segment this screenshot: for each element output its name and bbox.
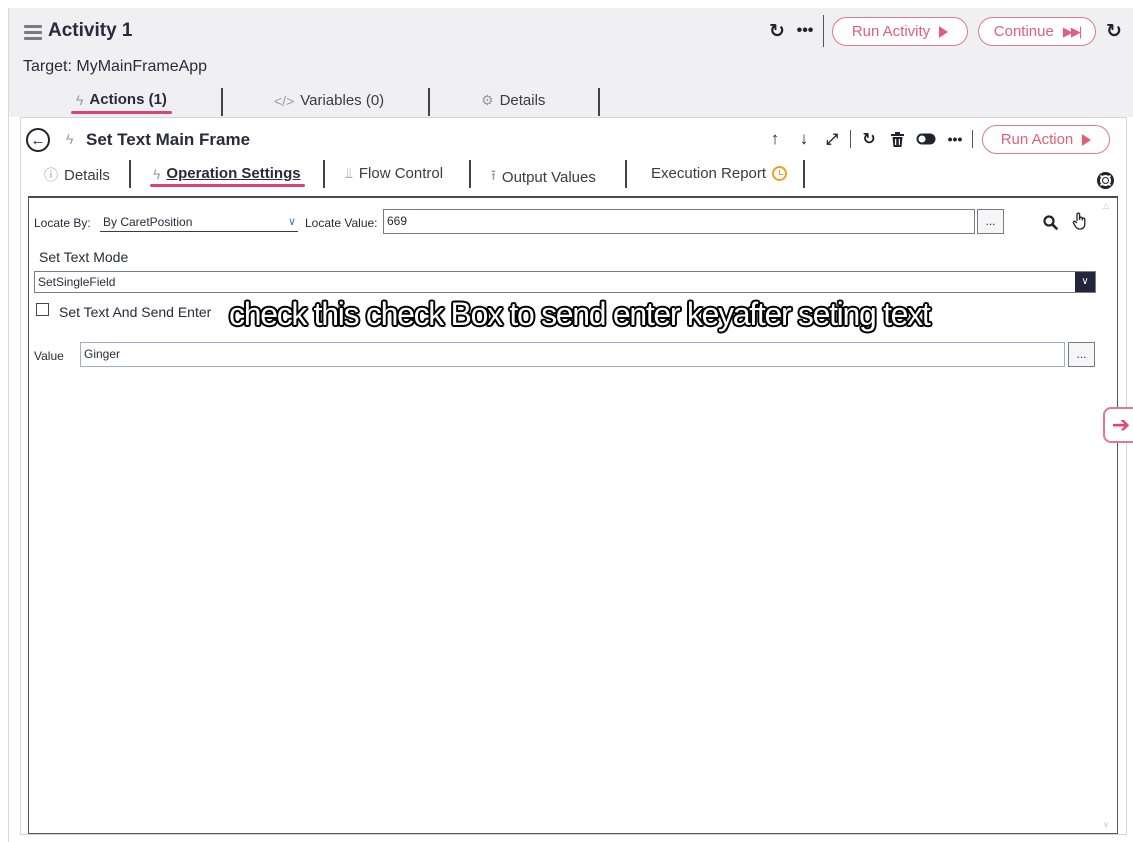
tab-variables[interactable]: </> Variables (0) — [274, 92, 384, 109]
play-icon — [939, 25, 949, 38]
move-down-icon[interactable]: ↓ — [795, 129, 813, 148]
info-icon: ⓘ — [44, 167, 58, 183]
expand-icon[interactable]: ⤢ — [823, 130, 841, 148]
action-name: Set Text Main Frame — [86, 130, 251, 149]
fast-forward-icon: ▶▶| — [1062, 23, 1082, 39]
locate-by-value: By CaretPosition — [103, 215, 193, 229]
run-activity-button[interactable]: Run Activity — [832, 17, 968, 46]
help-lifebuoy-icon[interactable] — [1096, 171, 1114, 189]
locate-by-label: Locate By: — [34, 216, 91, 230]
set-text-and-send-enter-checkbox[interactable] — [36, 303, 49, 316]
run-activity-label: Run Activity — [851, 23, 931, 40]
expand-side-panel-arrow-icon[interactable]: ➔ — [1103, 407, 1133, 443]
tab-details[interactable]: ⚙ Details — [481, 92, 545, 109]
run-action-button[interactable]: Run Action — [982, 125, 1110, 154]
active-tab-underline — [150, 184, 305, 187]
trash-icon[interactable] — [888, 130, 906, 148]
undo-icon[interactable]: ↻ — [766, 20, 788, 42]
back-arrow-icon[interactable]: ← — [26, 128, 50, 152]
tab-divider — [221, 88, 223, 116]
scroll-down-icon[interactable]: ∨ — [1103, 820, 1109, 829]
upload-icon: ⭱ — [491, 167, 496, 183]
tutorial-caption-overlay: check this check Box to send enter keyaf… — [229, 296, 931, 332]
tab-action-details[interactable]: ⓘ Details — [44, 165, 110, 185]
run-action-label: Run Action — [1000, 131, 1074, 148]
tab-actions[interactable]: ϟ Actions (1) — [76, 91, 167, 108]
tab-flow-control-label: Flow Control — [358, 165, 444, 182]
tab-actions-label: Actions (1) — [89, 91, 167, 108]
tab-divider — [323, 160, 325, 188]
chevron-down-icon: ∨ — [1075, 272, 1095, 292]
locate-by-select[interactable]: By CaretPosition ∨ — [100, 212, 298, 232]
gear-icon: ⚙ — [481, 92, 494, 108]
toolbar-divider — [850, 130, 851, 148]
tab-details-label: Details — [499, 92, 546, 109]
set-text-mode-value: SetSingleField — [38, 275, 116, 289]
lightning-icon: ϟ — [153, 165, 161, 182]
tab-divider — [625, 160, 627, 188]
locate-value-label: Locate Value: — [305, 216, 378, 230]
target-app-label: Target: MyMainFrameApp — [23, 58, 208, 75]
more-options-icon[interactable]: ••• — [945, 130, 965, 148]
tab-divider — [803, 160, 805, 188]
set-text-mode-select[interactable]: SetSingleField ∨ — [34, 271, 1096, 293]
locate-value-input[interactable]: 669 — [383, 209, 975, 234]
value-browse-button[interactable]: ... — [1068, 342, 1095, 367]
tab-execution-report[interactable]: Execution Report — [651, 165, 788, 182]
code-icon: </> — [274, 92, 295, 109]
active-tab-underline — [71, 111, 172, 114]
tab-operation-settings-label: Operation Settings — [166, 165, 301, 182]
tab-divider — [428, 88, 430, 116]
tab-divider — [469, 160, 471, 188]
tab-divider — [129, 160, 131, 188]
set-text-mode-label: Set Text Mode — [39, 249, 129, 265]
locate-value-browse-button[interactable]: ... — [977, 209, 1004, 234]
play-icon — [1082, 133, 1092, 146]
value-input[interactable]: Ginger — [80, 342, 1065, 367]
search-icon[interactable] — [1041, 213, 1059, 231]
header-divider — [823, 15, 824, 47]
move-up-icon[interactable]: ↑ — [766, 129, 784, 148]
tab-divider — [598, 88, 600, 116]
tab-variables-label: Variables (0) — [300, 92, 385, 109]
refresh-icon[interactable]: ↻ — [1103, 20, 1125, 42]
toolbar-divider — [972, 130, 973, 148]
toggle-icon[interactable] — [915, 131, 937, 147]
chevron-down-icon: ∨ — [287, 216, 296, 228]
lightning-icon: ϟ — [76, 91, 84, 108]
scroll-up-icon[interactable]: △ — [1103, 201, 1109, 210]
set-text-and-send-enter-label[interactable]: Set Text And Send Enter — [59, 304, 211, 320]
lightning-icon: ϟ — [66, 131, 74, 147]
tab-execution-report-label: Execution Report — [651, 165, 767, 182]
undo-icon[interactable]: ↻ — [860, 130, 878, 148]
tab-flow-control[interactable]: ⫫ Flow Control — [345, 165, 443, 182]
tab-output-values-label: Output Values — [501, 168, 596, 186]
signpost-icon: ⫫ — [345, 165, 353, 181]
pointer-hand-icon[interactable] — [1070, 211, 1090, 231]
continue-button[interactable]: Continue ▶▶| — [978, 17, 1096, 46]
tab-action-details-label: Details — [64, 166, 110, 184]
value-label: Value — [34, 349, 64, 363]
clock-icon — [772, 166, 788, 181]
tab-output-values[interactable]: ⭱ Output Values — [491, 165, 596, 189]
continue-label: Continue — [993, 23, 1054, 40]
activity-title: Activity 1 — [48, 20, 133, 41]
menu-icon[interactable] — [24, 25, 42, 40]
tab-operation-settings[interactable]: ϟ Operation Settings — [153, 165, 301, 182]
more-options-icon[interactable]: ••• — [795, 20, 815, 42]
